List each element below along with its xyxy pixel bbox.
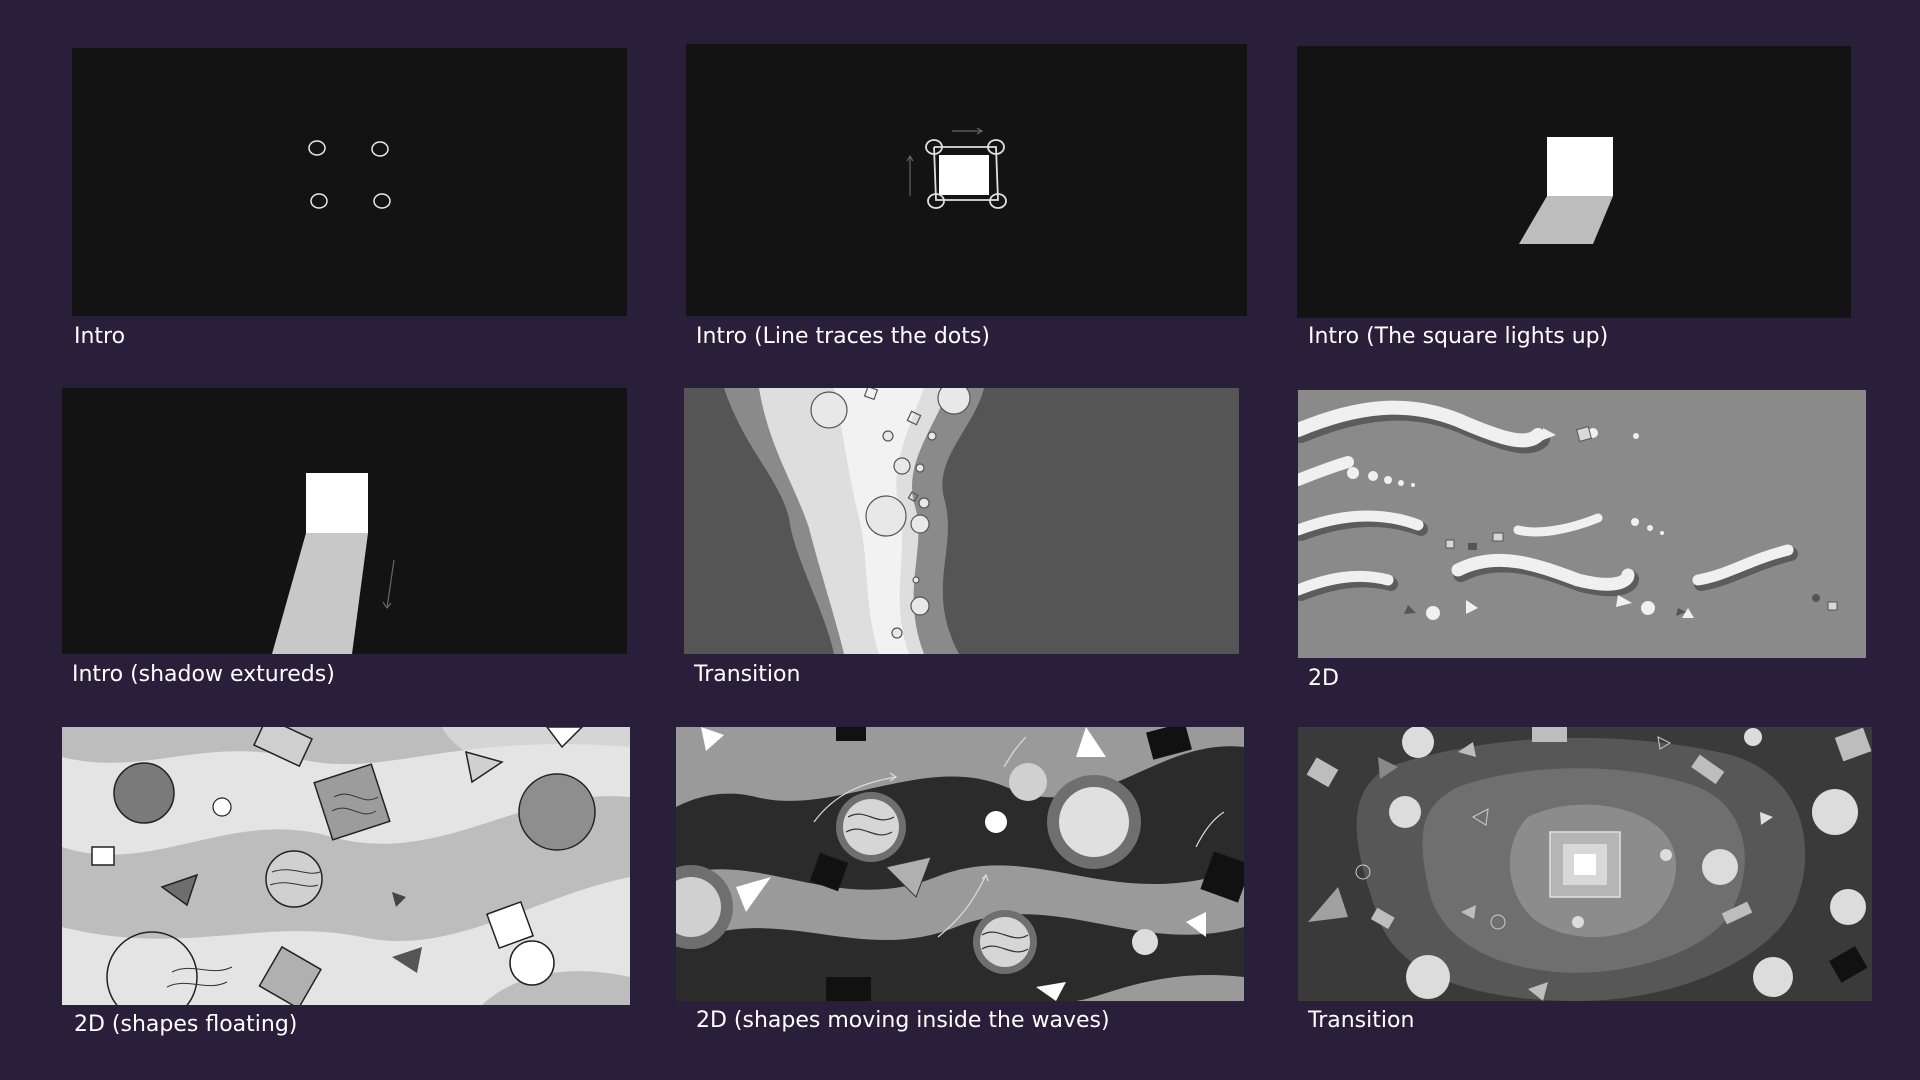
frame-8-caption: 2D (shapes moving inside the waves) (696, 1008, 1110, 1033)
storyboard-frame-5[interactable] (684, 388, 1239, 654)
frame-3-illustration (1297, 46, 1851, 318)
frame-3-caption: Intro (The square lights up) (1308, 324, 1609, 349)
frame-4-illustration (62, 388, 627, 654)
storyboard-frame-9[interactable] (1298, 727, 1872, 1001)
frame-5-illustration (684, 388, 1239, 654)
frame-2-caption: Intro (Line traces the dots) (696, 324, 990, 349)
frame-9-illustration (1298, 727, 1872, 1001)
frame-4-caption: Intro (shadow extureds) (72, 662, 335, 687)
frame-8-illustration (676, 727, 1244, 1001)
storyboard-frame-2[interactable] (686, 44, 1247, 316)
frame-6-caption: 2D (1308, 666, 1339, 691)
storyboard-frame-1[interactable] (72, 48, 627, 316)
storyboard-frame-3[interactable] (1297, 46, 1851, 318)
storyboard-frame-6[interactable] (1298, 390, 1866, 658)
frame-9-caption: Transition (1308, 1008, 1415, 1033)
frame-7-illustration (62, 727, 630, 1005)
frame-1-illustration (72, 48, 627, 316)
storyboard-frame-8[interactable] (676, 727, 1244, 1001)
storyboard-frame-4[interactable] (62, 388, 627, 654)
storyboard-frame-7[interactable] (62, 727, 630, 1005)
frame-6-illustration (1298, 390, 1866, 658)
frame-7-caption: 2D (shapes floating) (74, 1012, 298, 1037)
frame-5-caption: Transition (694, 662, 801, 687)
frame-2-illustration (686, 44, 1247, 316)
frame-1-caption: Intro (74, 324, 126, 349)
